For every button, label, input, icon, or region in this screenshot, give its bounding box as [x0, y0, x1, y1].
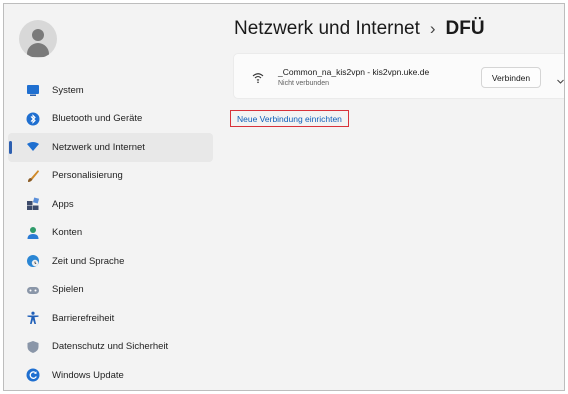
sidebar-item-accessibility[interactable]: Barrierefreiheit: [8, 304, 213, 333]
vpn-connection-name: _Common_na_kis2vpn - kis2vpn.uke.de: [278, 67, 430, 77]
dialup-connection-icon: [251, 70, 265, 84]
breadcrumb-current: DFÜ: [445, 18, 485, 39]
sidebar-item-label: Datenschutz und Sicherheit: [52, 341, 169, 353]
new-connection-link[interactable]: Neue Verbindung einrichten: [230, 110, 349, 127]
sidebar-item-label: Konten: [52, 227, 83, 239]
monitor-icon: [26, 83, 40, 97]
chevron-down-icon[interactable]: [556, 73, 564, 84]
gamepad-icon: [26, 283, 40, 297]
avatar-body-shape: [27, 43, 49, 57]
sidebar-item-gaming[interactable]: Spielen: [8, 276, 213, 305]
sidebar: System Bluetooth und Geräte Netzwerk und…: [4, 76, 216, 390]
settings-window: System Bluetooth und Geräte Netzwerk und…: [3, 3, 565, 391]
globe-clock-icon: [26, 254, 40, 268]
apps-icon: [26, 197, 40, 211]
page-title: Netzwerk und Internet › DFÜ: [234, 18, 485, 40]
person-icon: [26, 226, 40, 240]
sidebar-item-system[interactable]: System: [8, 76, 213, 105]
sidebar-item-privacy[interactable]: Datenschutz und Sicherheit: [8, 333, 213, 362]
sidebar-item-label: Spielen: [52, 284, 84, 296]
sidebar-item-label: Bluetooth und Geräte: [52, 113, 143, 125]
sidebar-item-network[interactable]: Netzwerk und Internet: [8, 133, 213, 162]
sidebar-item-label: Zeit und Sprache: [52, 255, 125, 267]
network-icon: [26, 140, 40, 154]
sidebar-item-personalization[interactable]: Personalisierung: [8, 162, 213, 191]
vpn-connection-card[interactable]: _Common_na_kis2vpn - kis2vpn.uke.de Nich…: [233, 53, 564, 99]
breadcrumb-separator: ›: [429, 19, 436, 38]
sidebar-item-bluetooth[interactable]: Bluetooth und Geräte: [8, 105, 213, 134]
avatar-head-shape: [32, 29, 44, 41]
connect-button[interactable]: Verbinden: [481, 67, 541, 88]
bluetooth-icon: [26, 112, 40, 126]
sidebar-item-accounts[interactable]: Konten: [8, 219, 213, 248]
update-icon: [26, 368, 40, 382]
sidebar-item-apps[interactable]: Apps: [8, 190, 213, 219]
shield-icon: [26, 340, 40, 354]
sidebar-item-windows-update[interactable]: Windows Update: [8, 361, 213, 390]
accessibility-icon: [26, 311, 40, 325]
user-avatar[interactable]: [19, 20, 57, 58]
vpn-connection-status: Nicht verbunden: [278, 80, 329, 87]
sidebar-item-label: System: [52, 84, 84, 96]
sidebar-item-label: Personalisierung: [52, 170, 123, 182]
brush-icon: [26, 169, 40, 183]
sidebar-item-time-language[interactable]: Zeit und Sprache: [8, 247, 213, 276]
sidebar-item-label: Barrierefreiheit: [52, 312, 115, 324]
breadcrumb-parent[interactable]: Netzwerk und Internet: [234, 18, 420, 39]
sidebar-item-label: Apps: [52, 198, 74, 210]
sidebar-item-label: Netzwerk und Internet: [52, 141, 145, 153]
sidebar-item-label: Windows Update: [52, 369, 124, 381]
